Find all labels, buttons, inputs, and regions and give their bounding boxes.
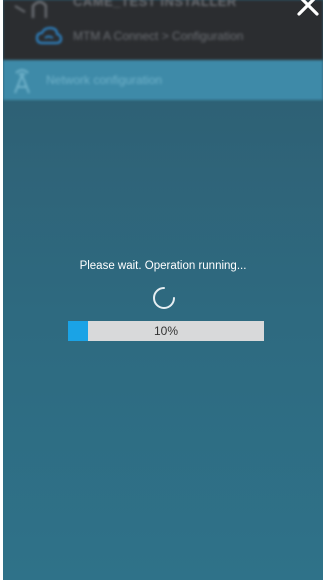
user-icon (13, 0, 48, 18)
top-header: CAME_TEST INSTALLER MTM A Connect > Conf… (3, 0, 323, 60)
spinner-icon (151, 285, 177, 311)
section-title: Network configuration (46, 73, 163, 87)
progress-label: 10% (153, 324, 179, 338)
wait-message: Please wait. Operation running... (79, 260, 247, 272)
progress-bar: 10% (68, 321, 264, 341)
close-icon (297, 0, 319, 16)
antenna-icon (11, 67, 33, 95)
site-name: CAME_TEST INSTALLER (73, 0, 237, 9)
section-header: Network configuration (3, 60, 323, 100)
close-button[interactable] (293, 0, 323, 18)
breadcrumb: MTM A Connect > Configuration (73, 29, 244, 43)
cloud-icon (35, 26, 63, 45)
